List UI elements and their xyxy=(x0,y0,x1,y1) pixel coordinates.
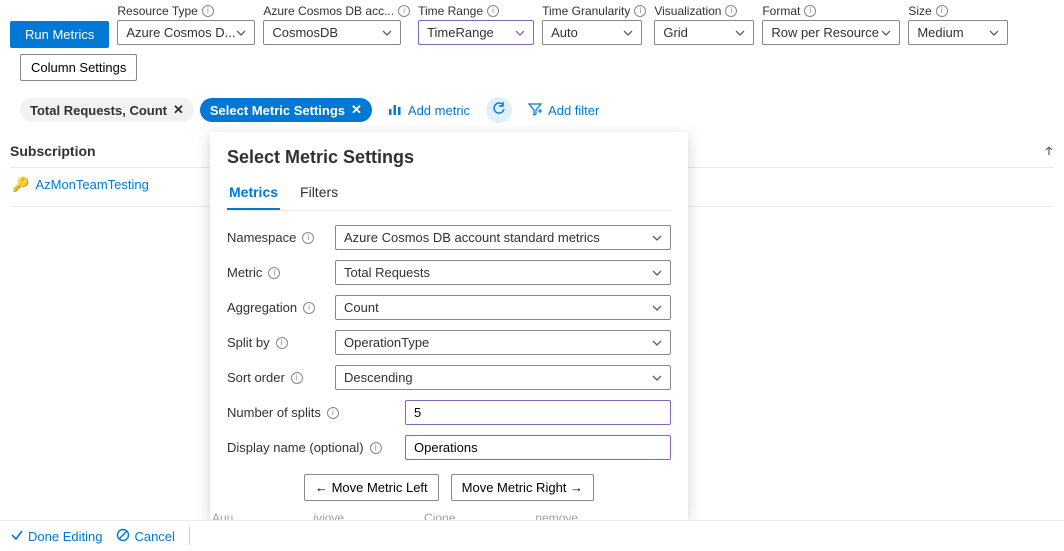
add-filter-button[interactable]: Add filter xyxy=(518,98,609,123)
chevron-down-icon xyxy=(652,303,662,313)
account-label: Azure Cosmos DB acc...i xyxy=(263,4,410,18)
account-dropdown[interactable]: CosmosDB xyxy=(263,20,401,45)
info-icon: i xyxy=(370,442,382,454)
sort-order-dropdown[interactable]: Descending xyxy=(335,365,671,390)
resource-type-label: Resource Typei xyxy=(117,4,255,18)
visualization-dropdown[interactable]: Grid xyxy=(654,20,754,45)
info-icon: i xyxy=(276,337,288,349)
chevron-down-icon xyxy=(515,28,525,38)
split-by-dropdown[interactable]: OperationType xyxy=(335,330,671,355)
done-editing-button[interactable]: Done Editing xyxy=(10,528,102,545)
chevron-down-icon xyxy=(652,373,662,383)
info-icon: i xyxy=(303,302,315,314)
chevron-down-icon xyxy=(989,28,999,38)
add-metric-button[interactable]: Add metric xyxy=(378,98,480,123)
info-icon: i xyxy=(804,5,816,17)
display-name-label: Display name (optional)i xyxy=(227,440,395,455)
info-icon: i xyxy=(327,407,339,419)
chevron-down-icon xyxy=(236,28,246,38)
refresh-icon xyxy=(492,102,506,119)
visualization-label: Visualizationi xyxy=(654,4,754,18)
split-by-label: Split byi xyxy=(227,335,325,350)
pill-select-metric-settings[interactable]: Select Metric Settings ✕ xyxy=(200,98,372,122)
namespace-label: Namespacei xyxy=(227,230,325,245)
tab-metrics[interactable]: Metrics xyxy=(227,178,280,210)
info-icon: i xyxy=(268,267,280,279)
close-icon[interactable]: ✕ xyxy=(173,102,184,118)
chevron-down-icon xyxy=(735,28,745,38)
size-label: Sizei xyxy=(908,4,1008,18)
resource-type-dropdown[interactable]: Azure Cosmos D... xyxy=(117,20,255,45)
key-icon: 🔑 xyxy=(12,176,29,193)
move-metric-left-button[interactable]: ← Move Metric Left xyxy=(304,474,439,501)
refresh-button[interactable] xyxy=(486,97,512,123)
size-dropdown[interactable]: Medium xyxy=(908,20,1008,45)
time-range-dropdown[interactable]: TimeRange xyxy=(418,20,534,45)
run-metrics-button[interactable]: Run Metrics xyxy=(10,21,109,48)
info-icon: i xyxy=(634,5,646,17)
aggregation-label: Aggregationi xyxy=(227,300,325,315)
info-icon: i xyxy=(487,5,499,17)
divider xyxy=(189,527,190,545)
aggregation-dropdown[interactable]: Count xyxy=(335,295,671,320)
info-icon: i xyxy=(936,5,948,17)
format-label: Formati xyxy=(762,4,900,18)
chevron-down-icon xyxy=(652,338,662,348)
chevron-down-icon xyxy=(382,28,392,38)
metric-label: Metrici xyxy=(227,265,325,280)
metric-settings-panel: Select Metric Settings Metrics Filters N… xyxy=(210,132,688,520)
metric-dropdown[interactable]: Total Requests xyxy=(335,260,671,285)
chevron-down-icon xyxy=(881,28,891,38)
chevron-down-icon xyxy=(652,268,662,278)
column-settings-button[interactable]: Column Settings xyxy=(20,54,137,81)
check-icon xyxy=(10,528,24,545)
info-icon: i xyxy=(398,5,410,17)
display-name-input[interactable] xyxy=(405,435,671,460)
close-icon[interactable]: ✕ xyxy=(351,102,362,118)
cancel-button[interactable]: Cancel xyxy=(116,528,174,545)
info-icon: i xyxy=(302,232,314,244)
number-of-splits-input[interactable] xyxy=(405,400,671,425)
bar-chart-icon xyxy=(388,102,402,119)
info-icon: i xyxy=(725,5,737,17)
namespace-dropdown[interactable]: Azure Cosmos DB account standard metrics xyxy=(335,225,671,250)
sort-asc-icon xyxy=(1044,143,1054,159)
chevron-down-icon xyxy=(652,233,662,243)
pill-total-requests[interactable]: Total Requests, Count ✕ xyxy=(20,98,194,122)
info-icon: i xyxy=(291,372,303,384)
panel-title: Select Metric Settings xyxy=(227,147,671,168)
prohibit-icon xyxy=(116,528,130,545)
filter-icon xyxy=(528,102,542,119)
tab-filters[interactable]: Filters xyxy=(298,178,340,210)
time-range-label: Time Rangei xyxy=(418,4,534,18)
format-dropdown[interactable]: Row per Resource xyxy=(762,20,900,45)
move-metric-right-button[interactable]: Move Metric Right → xyxy=(451,474,594,501)
sort-order-label: Sort orderi xyxy=(227,370,325,385)
time-granularity-dropdown[interactable]: Auto xyxy=(542,20,642,45)
info-icon: i xyxy=(202,5,214,17)
chevron-down-icon xyxy=(623,28,633,38)
number-of-splits-label: Number of splitsi xyxy=(227,405,395,420)
time-granularity-label: Time Granularityi xyxy=(542,4,646,18)
